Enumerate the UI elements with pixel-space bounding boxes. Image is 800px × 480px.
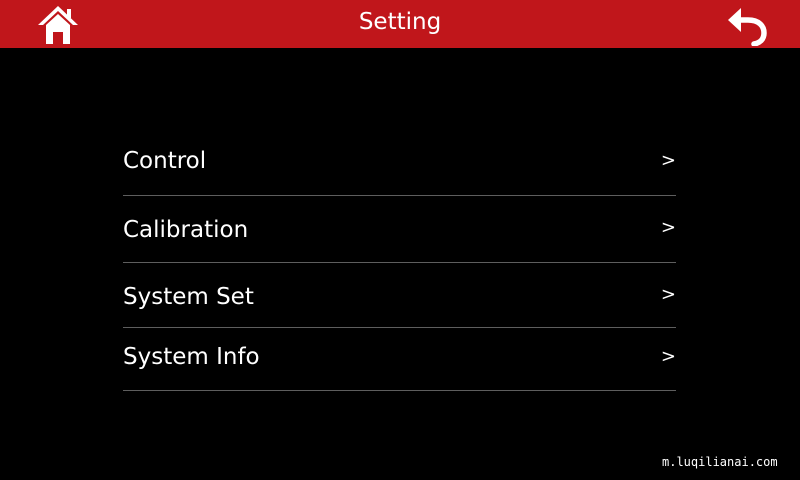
home-icon xyxy=(38,6,78,44)
back-button[interactable] xyxy=(724,4,772,47)
menu-item-calibration[interactable]: Calibration > xyxy=(123,196,676,263)
chevron-right-icon: > xyxy=(660,217,676,238)
page-title: Setting xyxy=(358,9,442,35)
menu-item-system-info[interactable]: System Info > xyxy=(123,328,676,391)
menu-item-label: System Set xyxy=(123,284,254,310)
back-arrow-icon xyxy=(728,8,767,47)
settings-screen: Setting Control > Calibration > System S… xyxy=(0,0,800,480)
menu-item-label: Calibration xyxy=(123,217,249,243)
header-bar: Setting xyxy=(0,0,800,48)
home-button[interactable] xyxy=(34,4,82,46)
chevron-right-icon: > xyxy=(660,284,676,305)
settings-menu: Control > Calibration > System Set > Sys… xyxy=(123,130,676,391)
menu-item-control[interactable]: Control > xyxy=(123,130,676,196)
watermark-text: m.luqilianai.com xyxy=(662,455,778,469)
menu-item-label: System Info xyxy=(123,344,260,370)
chevron-right-icon: > xyxy=(660,150,676,171)
menu-item-label: Control xyxy=(123,148,207,174)
chevron-right-icon: > xyxy=(660,346,676,367)
menu-item-system-set[interactable]: System Set > xyxy=(123,263,676,328)
